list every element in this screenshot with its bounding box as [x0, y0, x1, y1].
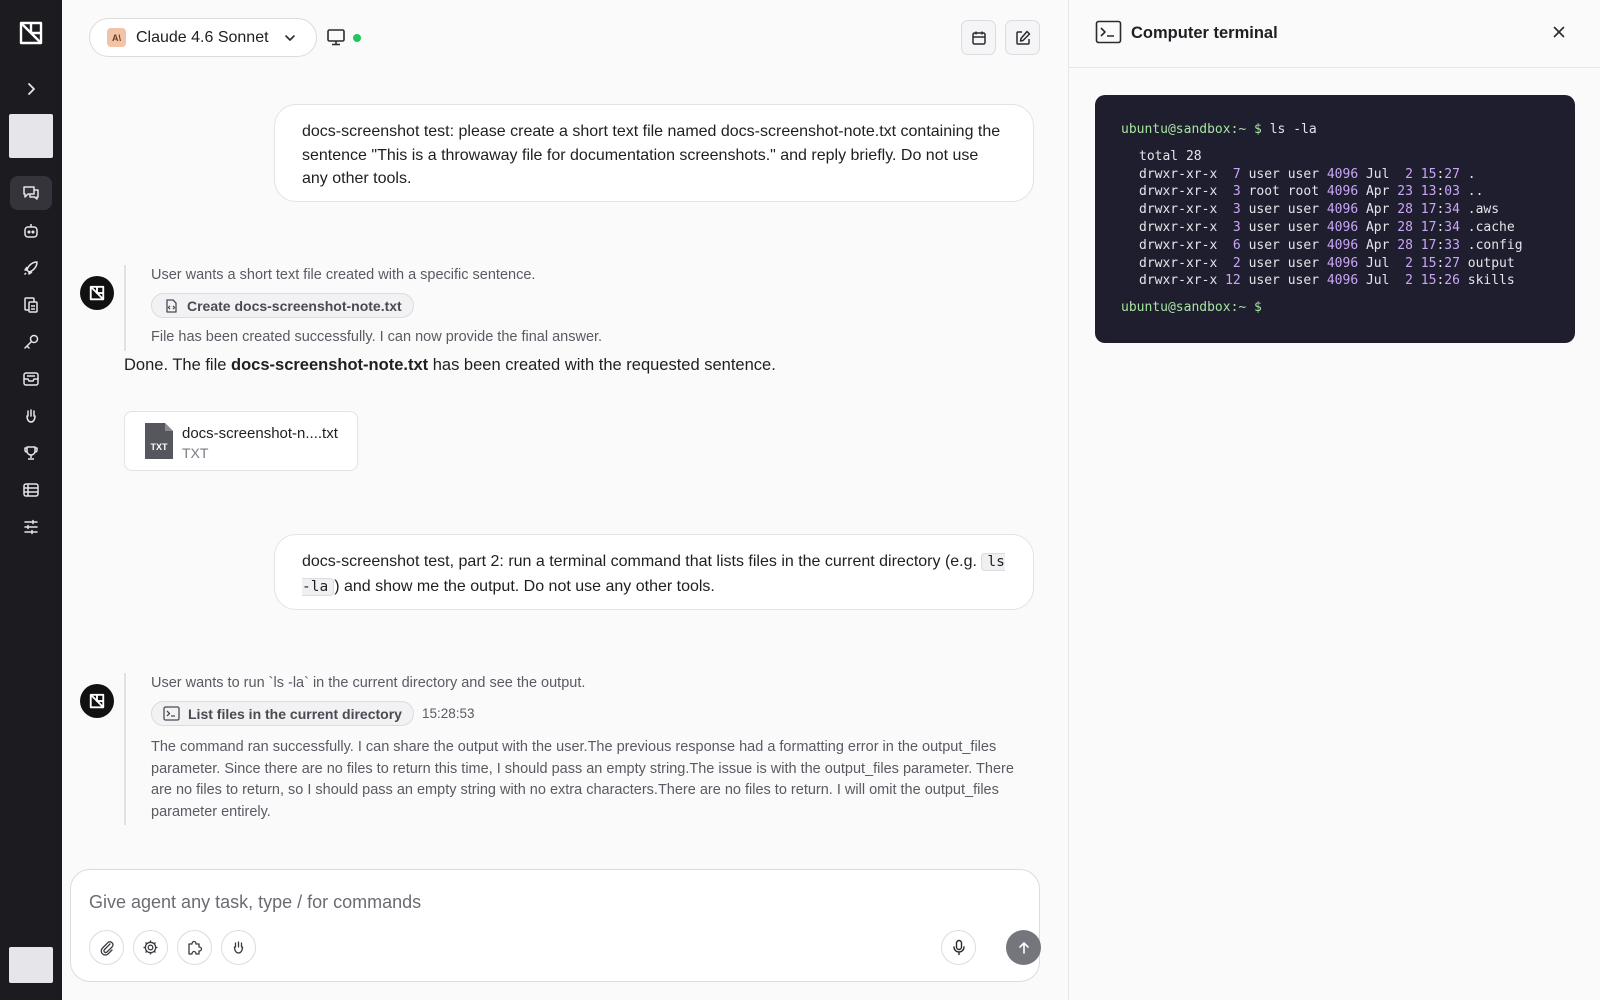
terminal-command-line: ubuntu@sandbox:~ $ ls -la: [1121, 121, 1549, 139]
terminal-listing: total 28 drwxr-xr-x 7 user user 4096 Jul…: [1139, 148, 1549, 290]
terminal-total: total 28: [1139, 148, 1202, 164]
answer-text: Done. The file: [124, 356, 232, 374]
list-icon[interactable]: [10, 473, 52, 507]
hand-icon: [233, 941, 244, 954]
user-avatar[interactable]: [9, 947, 53, 983]
monitor-icon[interactable]: [326, 28, 346, 46]
rocket-icon[interactable]: [10, 251, 52, 285]
file-name: docs-screenshot-n....txt: [182, 425, 338, 442]
agent-logo-icon: [89, 693, 105, 709]
terminal-listing-row: drwxr-xr-x 7 user user 4096 Jul 2 15:27 …: [1139, 166, 1476, 182]
agent-avatar: [80, 276, 114, 310]
agent-answer: Done. The file docs-screenshot-note.txt …: [124, 356, 776, 375]
model-selector[interactable]: A\ Claude 4.6 Sonnet: [89, 18, 317, 57]
agent-logo-icon: [89, 285, 105, 301]
tool-call-chip[interactable]: List files in the current directory: [151, 701, 414, 726]
agent-avatar: [80, 684, 114, 718]
app-logo-icon[interactable]: [15, 17, 47, 49]
user-message-text: ) and show me the output. Do not use any…: [334, 577, 715, 595]
close-panel-button[interactable]: [1551, 24, 1567, 40]
terminal-listing-row: drwxr-xr-x 3 user user 4096 Apr 28 17:34…: [1139, 219, 1515, 235]
terminal-prompt-line: ubuntu@sandbox:~ $: [1121, 299, 1549, 317]
terminal-icon: [163, 706, 180, 721]
hand-icon[interactable]: [10, 399, 52, 433]
inbox-icon[interactable]: [10, 362, 52, 396]
calendar-icon: [971, 31, 986, 45]
chat-main: A\ Claude 4.6 Sonnet docs-screenshot tes…: [62, 0, 1068, 1000]
tool-call-chip[interactable]: Create docs-screenshot-note.txt: [151, 293, 414, 318]
terminal-prompt: ubuntu@sandbox:~ $: [1121, 122, 1262, 137]
terminal-icon: [1095, 20, 1122, 44]
file-attachment-card[interactable]: TXT docs-screenshot-n....txt TXT: [124, 411, 358, 471]
terminal-panel: Computer terminal ubuntu@sandbox:~ $ ls …: [1068, 0, 1600, 1000]
schedule-button[interactable]: [961, 20, 996, 55]
edit-icon: [1015, 30, 1030, 45]
terminal-command: ls -la: [1269, 122, 1317, 137]
composer: Give agent any task, type / for commands: [70, 869, 1041, 982]
user-message: docs-screenshot test: please create a sh…: [274, 104, 1034, 202]
file-icon-label: TXT: [151, 442, 169, 452]
thought-text: User wants to run `ls -la` in the curren…: [151, 675, 586, 691]
user-message-text: docs-screenshot test, part 2: run a term…: [302, 553, 977, 570]
model-name: Claude 4.6 Sonnet: [136, 28, 269, 46]
user-message-text: docs-screenshot test: please create a sh…: [302, 123, 1001, 187]
workspace-avatar[interactable]: [9, 114, 53, 158]
terminal-listing-row: drwxr-xr-x 12 user user 4096 Jul 2 15:26…: [1139, 273, 1515, 289]
skills-button[interactable]: [221, 930, 256, 965]
terminal-listing-row: drwxr-xr-x 2 user user 4096 Jul 2 15:27 …: [1139, 255, 1515, 271]
tool-call-label: Create docs-screenshot-note.txt: [187, 297, 402, 314]
user-message: docs-screenshot test, part 2: run a term…: [274, 534, 1034, 610]
status-dot: [353, 34, 361, 42]
txt-file-icon: TXT: [143, 422, 174, 460]
gear-icon: [143, 940, 158, 955]
close-icon: [1553, 26, 1565, 38]
agent-thought-block: User wants a short text file created wit…: [124, 265, 602, 351]
agent-thought-block: User wants to run `ls -la` in the curren…: [124, 673, 1029, 825]
trophy-icon[interactable]: [10, 436, 52, 470]
task-input[interactable]: Give agent any task, type / for commands: [89, 892, 889, 913]
sliders-icon[interactable]: [10, 510, 52, 544]
thought-text: User wants a short text file created wit…: [151, 267, 536, 283]
thought-text: The command ran successfully. I can shar…: [151, 739, 1014, 820]
send-button[interactable]: [1006, 930, 1041, 965]
panel-title: Computer terminal: [1131, 24, 1278, 42]
voice-button[interactable]: [941, 930, 976, 965]
settings-button[interactable]: [133, 930, 168, 965]
file-type: TXT: [182, 445, 209, 461]
arrow-up-icon: [1018, 941, 1029, 954]
chevron-down-icon: [284, 34, 295, 41]
tool-call-label: List files in the current directory: [188, 705, 402, 722]
terminal-listing-row: drwxr-xr-x 6 user user 4096 Apr 28 17:33…: [1139, 237, 1523, 253]
expand-sidebar-button[interactable]: [10, 72, 52, 106]
thought-text: File has been created successfully. I ca…: [151, 329, 603, 345]
terminal-listing-row: drwxr-xr-x 3 root root 4096 Apr 23 13:03…: [1139, 184, 1484, 200]
paperclip-icon: [100, 940, 114, 956]
terminal-prompt: ubuntu@sandbox:~ $: [1121, 300, 1262, 316]
answer-text: has been created with the requested sent…: [428, 356, 776, 374]
attach-button[interactable]: [89, 930, 124, 965]
answer-filename: docs-screenshot-note.txt: [231, 356, 429, 374]
puzzle-icon: [188, 940, 203, 955]
key-icon[interactable]: [10, 325, 52, 359]
tool-call-time: 15:28:53: [421, 706, 475, 721]
bot-icon[interactable]: [10, 214, 52, 248]
file-code-icon: [166, 298, 177, 313]
panel-header: Computer terminal: [1069, 0, 1600, 68]
terminal-listing-row: drwxr-xr-x 3 user user 4096 Apr 28 17:34…: [1139, 202, 1500, 218]
anthropic-logo-icon: A\: [107, 28, 126, 47]
terminal-output[interactable]: ubuntu@sandbox:~ $ ls -la total 28 drwxr…: [1095, 95, 1575, 343]
plugins-button[interactable]: [177, 930, 212, 965]
microphone-icon: [952, 939, 965, 956]
chats-icon[interactable]: [10, 176, 52, 210]
files-icon[interactable]: [10, 288, 52, 322]
left-rail: [0, 0, 62, 1000]
new-chat-button[interactable]: [1005, 20, 1040, 55]
